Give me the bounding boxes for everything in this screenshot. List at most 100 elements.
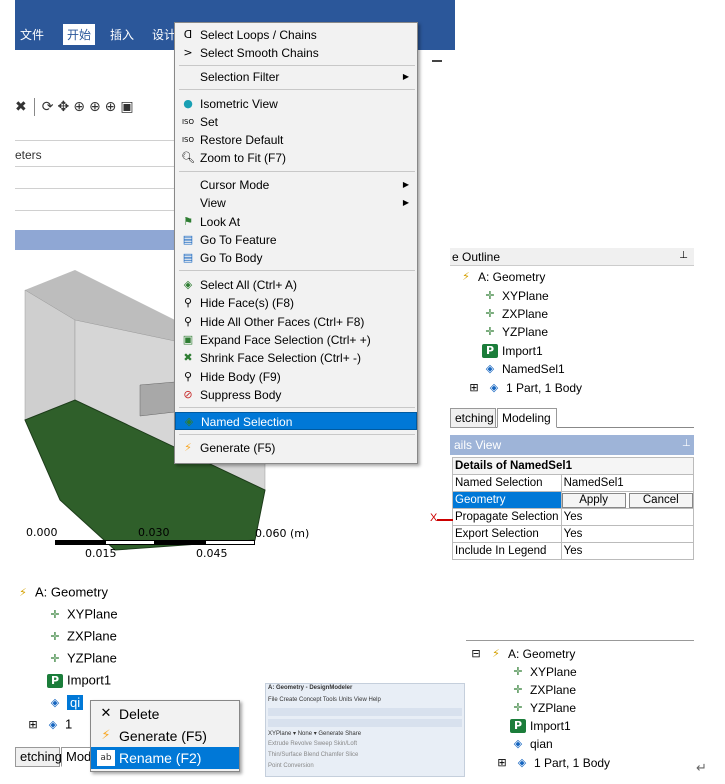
named-selection-icon: ◈ [513, 736, 523, 750]
menu-cursor-mode[interactable]: Cursor Mode ▶ [175, 176, 417, 194]
named-selection-icon: ◈ [50, 695, 60, 709]
go-to-feature-icon: ▤ [182, 233, 194, 246]
menu-restore-default[interactable]: ISO Restore Default [175, 131, 417, 149]
tree-node-import1[interactable]: P Import1 [482, 341, 543, 359]
menu-go-to-body[interactable]: ▤ Go To Body [175, 249, 417, 267]
details-table: Details of NamedSel1 Named Selection Name… [452, 457, 694, 560]
generate-lightning-icon: ⚡ [184, 441, 192, 454]
minimize-line[interactable] [432, 60, 442, 62]
tree3-node-qian[interactable]: ◈ qian [510, 734, 553, 752]
plane-axis-icon: ✛ [485, 288, 495, 302]
tab-insert[interactable]: 插入 [110, 26, 134, 43]
details-value[interactable]: Yes [560, 508, 694, 526]
cancel-button[interactable]: Cancel [628, 492, 693, 508]
details-value[interactable]: Yes [560, 525, 694, 543]
tree-node-xyplane[interactable]: ✛ XYPlane [482, 286, 548, 304]
expand-plus-icon[interactable]: ⊞ [466, 381, 482, 395]
zoom-icon[interactable]: ⊕ [73, 99, 85, 115]
menu-generate[interactable]: ⚡ Generate (F5) [175, 439, 417, 457]
tab-modeling[interactable]: Modeling [497, 408, 557, 428]
body-cube-icon: ◈ [48, 717, 58, 731]
tree-node-zxplane[interactable]: ✛ ZXPlane [482, 304, 548, 322]
look-at-icon: ⚑ [183, 215, 193, 228]
geometry-icon: ⚡ [492, 646, 500, 660]
delete-x-icon: ✕ [100, 706, 112, 721]
tree3-node-xyplane[interactable]: ✛ XYPlane [510, 662, 576, 680]
tree2-tabs: etching Mod [15, 745, 97, 769]
menu-look-at[interactable]: ⚑ Look At [175, 213, 417, 231]
tree3-node-part-body[interactable]: ⊞ ◈ 1 Part, 1 Body [494, 753, 610, 771]
expand-plus-icon[interactable]: ⊞ [494, 756, 510, 770]
menu-rename[interactable]: ab Rename (F2) [91, 747, 239, 769]
menu-generate[interactable]: ⚡ Generate (F5) [91, 725, 239, 747]
shrink-selection-icon: ✖ [183, 351, 193, 364]
zoom-fit-icon[interactable]: ▣ [120, 99, 133, 115]
tree2-node-xyplane[interactable]: ✛ XYPlane [47, 605, 117, 623]
pan-icon[interactable]: ✥ [57, 99, 69, 115]
plane-axis-icon: ✛ [50, 651, 60, 665]
menu-hide-all-other-faces[interactable]: ⚲ Hide All Other Faces (Ctrl+ F8) [175, 313, 417, 331]
select-mode-icon[interactable]: ✖ [15, 99, 27, 115]
context-menu: ᗡ Select Loops / Chains > Select Smooth Ch… [174, 22, 418, 464]
rotate-icon[interactable]: ⟳ [42, 99, 54, 115]
rename-icon: ab [97, 750, 115, 766]
tree2-node-zxplane[interactable]: ✛ ZXPlane [47, 627, 116, 645]
zoom-box-icon[interactable]: ⊕ [105, 99, 117, 115]
tree3-node-yzplane[interactable]: ✛ YZPlane [510, 698, 576, 716]
collapse-minus-icon[interactable]: ⊟ [468, 647, 484, 661]
zoom-in-icon[interactable]: ⊕ [89, 99, 101, 115]
rename-context-menu: ✕ Delete ⚡ Generate (F5) ab Rename (F2) [90, 700, 240, 772]
tree2-node-yzplane[interactable]: ✛ YZPlane [47, 649, 116, 667]
menu-hide-faces[interactable]: ⚲ Hide Face(s) (F8) [175, 294, 417, 312]
tree-node-geometry[interactable]: ⚡ A: Geometry [458, 267, 545, 285]
tree2-node-import1[interactable]: P Import1 [47, 671, 111, 689]
menu-selection-filter[interactable]: Selection Filter ▶ [175, 68, 417, 86]
pin-icon[interactable]: ⊥ [679, 250, 688, 261]
parameters-label: eters [15, 148, 42, 162]
details-value[interactable]: Yes [560, 542, 694, 560]
tree3-node-import1[interactable]: P Import1 [510, 716, 571, 734]
tree-node-part-body[interactable]: ⊞ ◈ 1 Part, 1 Body [466, 378, 582, 396]
tree3-node-geometry[interactable]: ⊟ ⚡ A: Geometry [468, 644, 575, 662]
tree-node-namedsel1[interactable]: ◈ NamedSel1 [482, 359, 565, 377]
menu-view[interactable]: View ▶ [175, 194, 417, 212]
menu-named-selection[interactable]: ◈ Named Selection [175, 412, 417, 430]
chain-select-icon: > [183, 46, 193, 59]
menu-shrink-face-selection[interactable]: ✖ Shrink Face Selection (Ctrl+ -) [175, 349, 417, 367]
tab-sketching[interactable]: etching [450, 408, 496, 428]
apply-button[interactable]: Apply [562, 492, 626, 508]
menu-select-loops[interactable]: ᗡ Select Loops / Chains [175, 26, 417, 44]
hide-other-faces-icon: ⚲ [183, 315, 193, 328]
expand-plus-icon[interactable]: ⊞ [25, 718, 41, 732]
tree-outline-title: e Outline [450, 248, 694, 266]
details-value[interactable]: NamedSel1 [560, 474, 694, 492]
tab-file[interactable]: 文件 [20, 26, 44, 43]
menu-suppress-body[interactable]: ⊘ Suppress Body [175, 386, 417, 404]
menu-expand-face-selection[interactable]: ▣ Expand Face Selection (Ctrl+ +) [175, 331, 417, 349]
scale-label-3: 0.015 [85, 547, 117, 560]
menu-select-all[interactable]: ◈ Select All (Ctrl+ A) [175, 276, 417, 294]
dm-toolbar-3: XYPlane ▾ None ▾ Generate Share [268, 731, 362, 737]
tree2-node-part[interactable]: ⊞ ◈ 1 [25, 715, 72, 733]
tab-home[interactable]: 开始 [63, 24, 96, 45]
menu-go-to-feature[interactable]: ▤ Go To Feature [175, 231, 417, 249]
menu-zoom-to-fit[interactable]: 🔍︎ Zoom to Fit (F7) [175, 149, 417, 167]
tree-node-yzplane[interactable]: ✛ YZPlane [482, 322, 548, 340]
menu-select-smooth-chains[interactable]: > Select Smooth Chains [175, 44, 417, 62]
menu-delete[interactable]: ✕ Delete [91, 703, 239, 725]
menu-hide-body[interactable]: ⚲ Hide Body (F9) [175, 368, 417, 386]
tab-sketching[interactable]: etching [15, 747, 62, 767]
generate-lightning-icon: ⚡ [101, 728, 111, 743]
menu-set[interactable]: ISO Set [175, 113, 417, 131]
tree2-node-rename-edit[interactable]: ◈ qi [47, 693, 84, 711]
tree3-node-zxplane[interactable]: ✛ ZXPlane [510, 680, 576, 698]
go-to-body-icon: ▤ [182, 251, 194, 264]
tree2-node-geometry[interactable]: ⚡ A: Geometry [15, 583, 108, 601]
named-selection-icon: ◈ [184, 415, 194, 428]
menu-isometric-view[interactable]: ● Isometric View [175, 95, 417, 113]
details-key-geometry[interactable]: Geometry [452, 491, 562, 509]
pin-icon[interactable]: ⊥ [682, 438, 691, 449]
tab-design[interactable]: 设计 [152, 26, 176, 43]
tree-tabs: etching Modeling [450, 406, 694, 428]
zoom-fit-icon: 🔍︎ [181, 151, 195, 164]
